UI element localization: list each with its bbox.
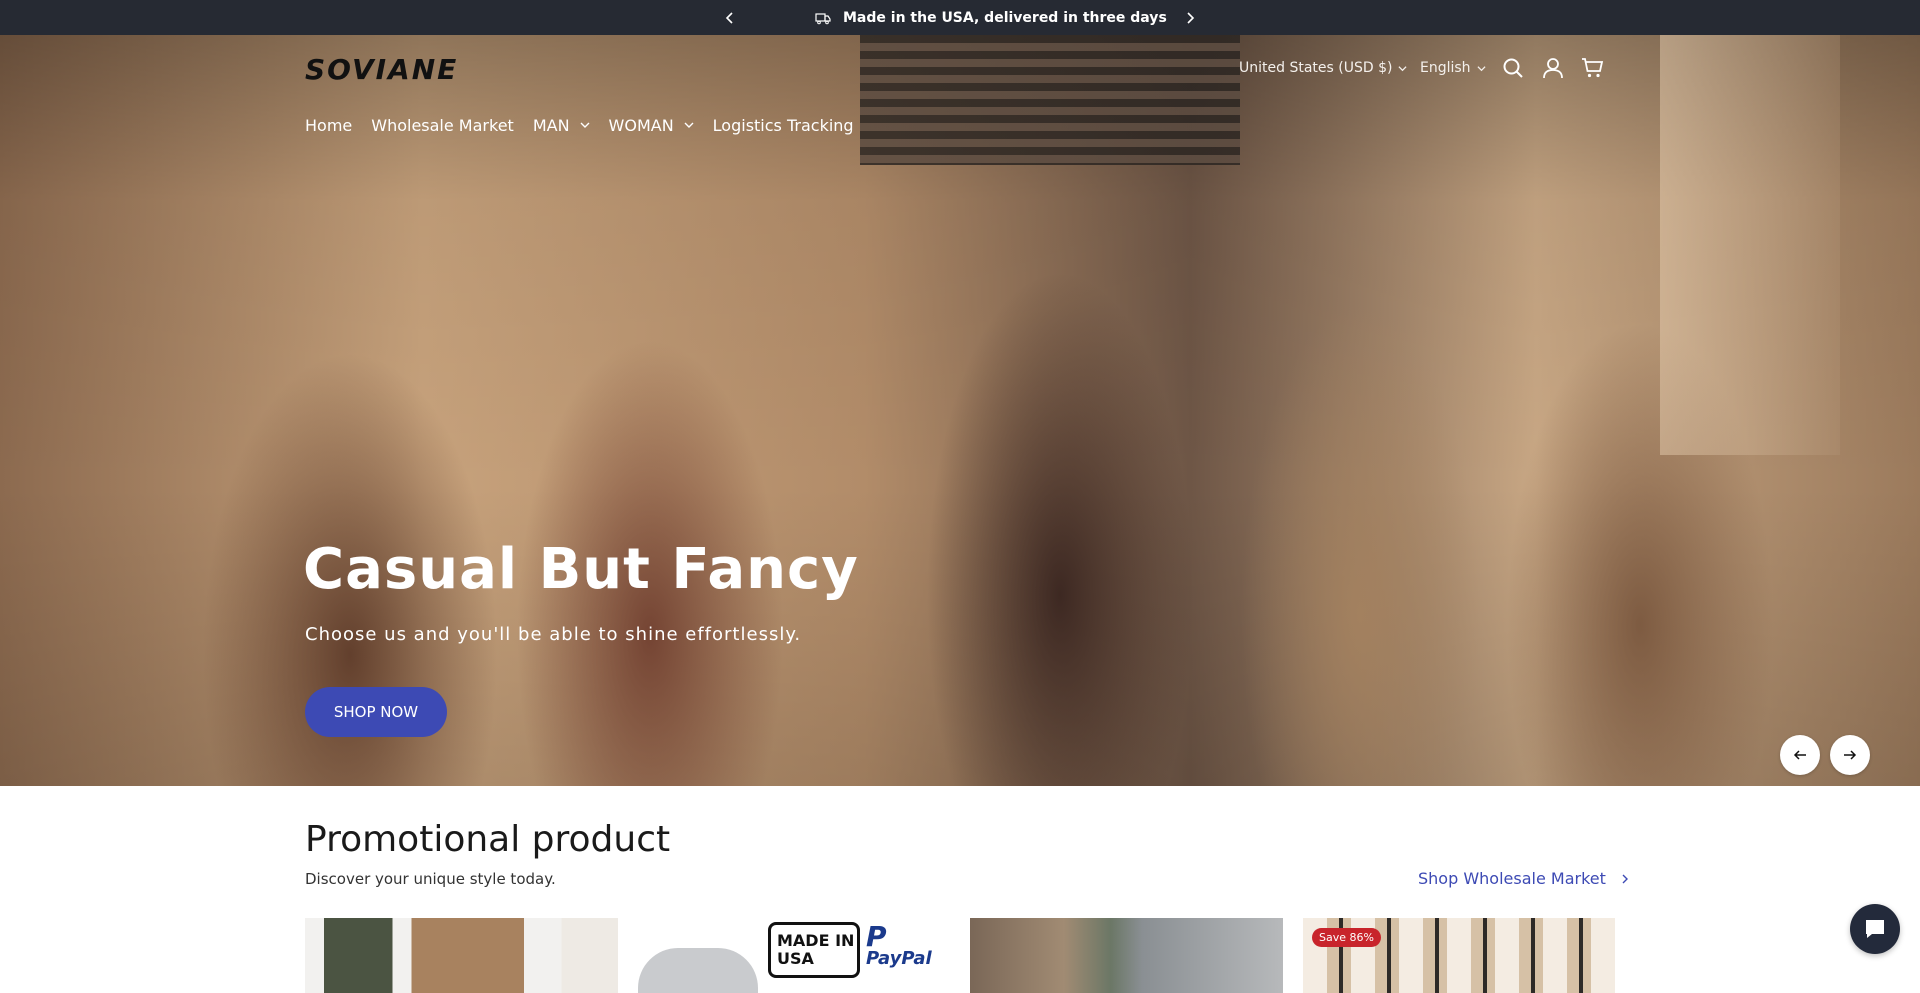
badge-line-1: MADE IN (777, 931, 855, 950)
language-selector[interactable]: English (1420, 53, 1486, 83)
search-icon (1503, 58, 1523, 78)
nav-item-woman[interactable]: WOMAN (609, 116, 694, 135)
nav-item-man[interactable]: MAN (533, 116, 590, 135)
announcement-text: Made in the USA, delivered in three days (843, 9, 1167, 26)
chat-icon (1866, 920, 1884, 938)
chevron-right-icon (1187, 12, 1195, 24)
slideshow-prev-button[interactable] (1780, 735, 1820, 775)
site-logo[interactable]: SOVIANE (305, 53, 458, 86)
arrow-right-icon (1844, 750, 1857, 760)
promo-section-subtitle: Discover your unique style today. (305, 870, 556, 888)
nav-item-label: Home (305, 115, 353, 135)
badge-line-2: USA (777, 949, 814, 968)
chevron-right-icon (1622, 874, 1628, 883)
product-card-tshirt[interactable]: MADE IN USA P PayPal (638, 918, 951, 993)
main-nav: Home Wholesale Market MAN WOMAN Logistic… (305, 110, 873, 140)
sale-badge: Save 86% (1312, 928, 1381, 947)
paypal-p-icon: P (866, 920, 887, 953)
hero-background-window (860, 35, 1240, 165)
chevron-down-icon (1477, 65, 1486, 71)
nav-item-label: MAN (532, 115, 570, 135)
arrow-left-icon (1793, 750, 1806, 760)
truck-icon (815, 12, 831, 24)
announcement-message: Made in the USA, delivered in three days (815, 0, 1167, 35)
product-card-suspenders[interactable]: Save 86% (1303, 918, 1615, 993)
paypal-logo: P PayPal (866, 920, 932, 970)
cart-icon (1582, 58, 1604, 78)
hero-background-pillar (1660, 35, 1840, 455)
nav-item-label: Wholesale Market (371, 115, 514, 135)
announcement-bar: Made in the USA, delivered in three days (0, 0, 1920, 35)
nav-item-wholesale-market[interactable]: Wholesale Market (371, 116, 514, 135)
product-card-workwear[interactable] (970, 918, 1283, 993)
currency-selector[interactable]: United States (USD $) (1239, 53, 1407, 83)
account-button[interactable] (1540, 55, 1566, 81)
hero-title: Casual But Fancy (303, 537, 859, 602)
slideshow-next-button[interactable] (1830, 735, 1870, 775)
promo-product-grid: MADE IN USA P PayPal Save 86% (305, 918, 1615, 993)
hero-banner: SOVIANE United States (USD $) English Ho… (0, 35, 1920, 786)
chevron-down-icon (580, 122, 590, 128)
chevron-left-icon (725, 12, 733, 24)
product-card-hoodies[interactable] (305, 918, 618, 993)
promo-link-label: Shop Wholesale Market (1418, 869, 1606, 888)
announcement-prev-button[interactable] (719, 7, 741, 29)
promo-section-title: Promotional product (305, 819, 671, 860)
hero-subtitle: Choose us and you'll be able to shine ef… (305, 624, 802, 645)
nav-item-label: Logistics Tracking (712, 115, 854, 135)
language-label: English (1420, 60, 1471, 76)
shop-now-button[interactable]: SHOP NOW (305, 687, 447, 737)
paypal-text: PayPal (866, 948, 932, 969)
cart-button[interactable] (1580, 55, 1606, 81)
made-in-usa-badge: MADE IN USA (768, 922, 860, 978)
user-icon (1543, 58, 1563, 79)
announcement-next-button[interactable] (1179, 7, 1201, 29)
nav-item-home[interactable]: Home (305, 116, 352, 135)
nav-item-label: WOMAN (608, 115, 674, 135)
search-button[interactable] (1500, 55, 1526, 81)
product-image-shirt (638, 948, 758, 993)
chevron-down-icon (1398, 65, 1407, 71)
chevron-down-icon (684, 122, 694, 128)
chat-button[interactable] (1850, 904, 1900, 954)
nav-item-logistics-tracking[interactable]: Logistics Tracking (713, 116, 854, 135)
shop-wholesale-market-link[interactable]: Shop Wholesale Market (1418, 869, 1630, 888)
currency-label: United States (USD $) (1239, 60, 1393, 76)
